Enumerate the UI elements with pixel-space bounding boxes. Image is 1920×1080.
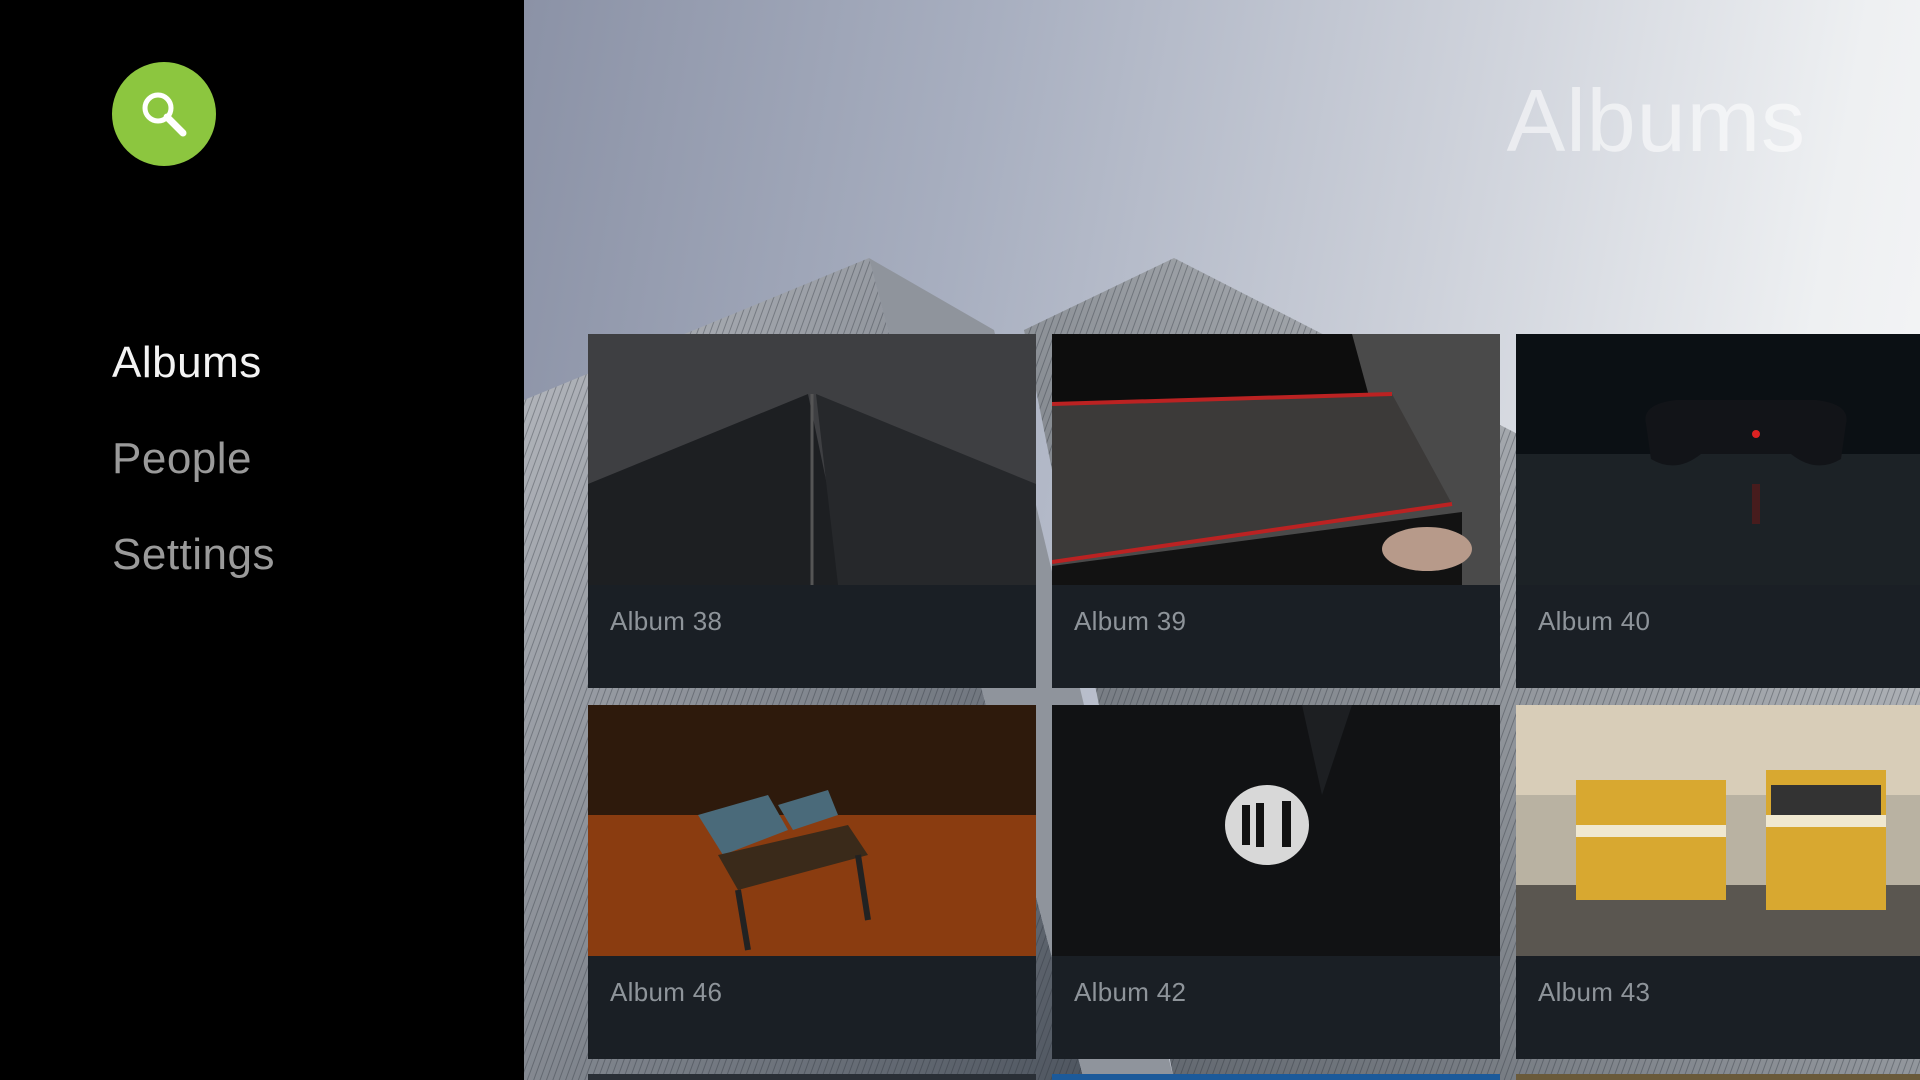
album-thumbnail (1516, 705, 1920, 956)
sidebar-item-people[interactable]: People (112, 434, 252, 484)
page-title: Albums (1506, 71, 1806, 170)
album-label: Album 46 (610, 977, 723, 1007)
album-card[interactable]: Album 39 (1052, 334, 1500, 688)
album-thumbnail (1516, 334, 1920, 585)
album-card[interactable]: Album 46 (588, 705, 1036, 1059)
sidebar: Albums People Settings (0, 0, 524, 1080)
main-content: Albums Album 38 Album 39 Album 40 Album … (524, 0, 1920, 1080)
album-label: Album 42 (1074, 977, 1187, 1007)
album-card[interactable] (1516, 1074, 1920, 1080)
album-thumbnail (1052, 705, 1500, 956)
album-card[interactable]: Album 42 (1052, 705, 1500, 1059)
album-thumbnail (1052, 334, 1500, 585)
album-label: Album 40 (1538, 606, 1651, 636)
album-card[interactable]: Album 40 (1516, 334, 1920, 688)
sidebar-item-settings[interactable]: Settings (112, 530, 275, 580)
album-card[interactable]: Album 38 (588, 334, 1036, 688)
album-thumbnail (588, 334, 1036, 585)
album-card[interactable] (588, 1074, 1036, 1080)
album-card[interactable]: Album 43 (1516, 705, 1920, 1059)
search-button[interactable] (112, 62, 216, 166)
album-label: Album 39 (1074, 606, 1187, 636)
album-label: Album 43 (1538, 977, 1651, 1007)
album-card[interactable] (1052, 1074, 1500, 1080)
album-thumbnail (588, 705, 1036, 956)
sidebar-item-albums[interactable]: Albums (112, 338, 262, 388)
search-icon (142, 92, 187, 137)
album-label: Album 38 (610, 606, 723, 636)
